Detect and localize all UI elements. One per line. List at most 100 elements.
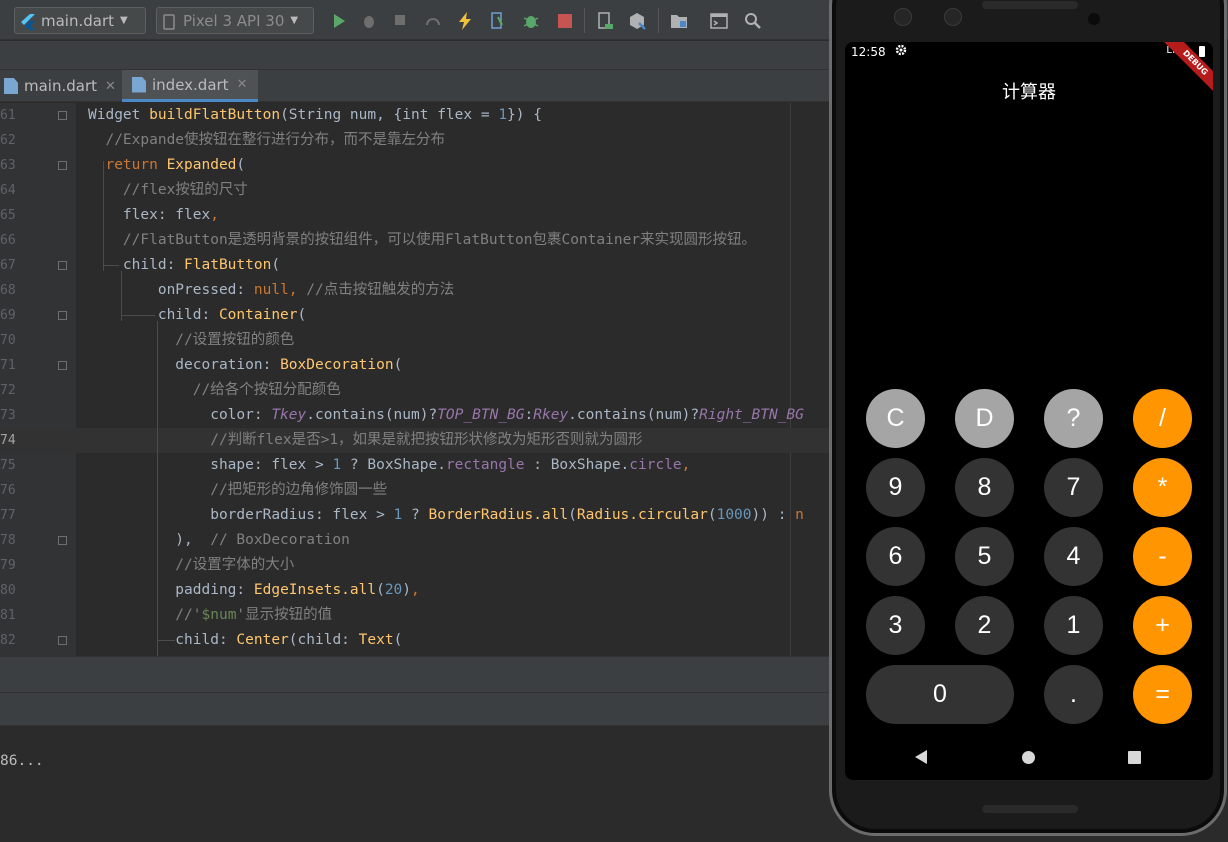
code-line[interactable]: 65 flex: flex, [0,203,830,228]
code-line[interactable]: 77 borderRadius: flex > 1 ? BorderRadius… [0,503,830,528]
close-icon[interactable]: ✕ [105,79,116,94]
device-selector[interactable]: Pixel 3 API 30 ▼ [156,7,314,34]
calc-button-D[interactable]: D [955,389,1014,448]
calc-button-2[interactable]: 2 [955,596,1014,655]
line-number: 77 [0,508,16,523]
code-text: //判断flex是否>1，如果是就把按钮形状修改为矩形否则就为圆形 [88,432,643,448]
tab-index-dart[interactable]: index.dart ✕ [122,70,258,102]
hot-reload-icon[interactable] [454,10,476,32]
code-line[interactable]: 61 Widget buildFlatButton(String num, {in… [0,103,830,128]
code-line[interactable]: 73 color: Tkey.contains(num)?TOP_BTN_BG:… [0,403,830,428]
code-line[interactable]: 64 //flex按钮的尺寸 [0,178,830,203]
calc-button-0[interactable]: 0 [866,665,1014,724]
code-line[interactable]: 74 //判断flex是否>1，如果是就把按钮形状修改为矩形否则就为圆形 [0,428,830,453]
fold-marker-icon[interactable] [58,261,67,270]
calc-button-+[interactable]: + [1133,596,1192,655]
code-text: //设置字体的大小 [88,557,295,573]
run-console[interactable]: 86... [0,727,830,842]
emulator-screen[interactable]: 12:58 LTE DEBUG 计算器 CD?/987*654-321+0.= [845,42,1213,780]
calc-button-8[interactable]: 8 [955,458,1014,517]
calc-button-/[interactable]: / [1133,389,1192,448]
calc-button--[interactable]: - [1133,527,1192,586]
code-text: padding: EdgeInsets.all(20), [88,582,420,598]
terminal-icon[interactable] [708,10,730,32]
project-structure-icon[interactable] [668,10,690,32]
calc-button-4[interactable]: 4 [1044,527,1103,586]
fold-marker-icon[interactable] [58,361,67,370]
line-number: 67 [0,258,16,273]
front-camera-icon [894,8,912,26]
code-line[interactable]: 63 return Expanded( [0,153,830,178]
code-line[interactable]: 62 //Expande使按钮在整行进行分布，而不是靠左分布 [0,128,830,153]
run-icon[interactable] [328,10,350,32]
chevron-down-icon: ▼ [120,15,128,26]
code-line[interactable]: 70 //设置按钮的颜色 [0,328,830,353]
debug-icon[interactable] [358,10,380,32]
calc-button-3[interactable]: 3 [866,596,925,655]
code-text: color: Tkey.contains(num)?TOP_BTN_BG:Rke… [88,407,804,423]
code-text: ), // BoxDecoration [88,532,350,548]
tab-label: index.dart [152,75,229,94]
home-icon[interactable] [1022,751,1035,764]
line-number: 64 [0,183,16,198]
code-line[interactable]: 76 //把矩形的边角修饰圆一些 [0,478,830,503]
profile-icon[interactable] [422,10,444,32]
code-editor[interactable]: 61 Widget buildFlatButton(String num, {in… [0,103,830,656]
calc-button-1[interactable]: 1 [1044,596,1103,655]
code-text: decoration: BoxDecoration( [88,357,403,373]
front-camera-icon [944,8,962,26]
calc-button-dot[interactable]: . [1044,665,1103,724]
recent-apps-icon[interactable] [1128,751,1141,764]
bug-icon[interactable] [520,10,542,32]
back-icon[interactable] [915,750,927,764]
line-number: 80 [0,583,16,598]
fold-marker-icon[interactable] [58,311,67,320]
coverage-icon[interactable] [390,10,412,32]
search-icon[interactable] [742,10,764,32]
code-line[interactable]: 82 child: Center(child: Text( [0,628,830,653]
code-line[interactable]: 71 decoration: BoxDecoration( [0,353,830,378]
code-line[interactable]: 79 //设置字体的大小 [0,553,830,578]
dart-file-icon [132,76,146,93]
run-config-label: main.dart [41,11,115,30]
fold-marker-icon[interactable] [58,111,67,120]
code-line[interactable]: 72 //给各个按钮分配颜色 [0,378,830,403]
calc-button-*[interactable]: * [1133,458,1192,517]
code-text: onPressed: null, //点击按钮触发的方法 [88,282,455,298]
stop-icon[interactable] [554,10,576,32]
calc-button-C[interactable]: C [866,389,925,448]
fold-marker-icon[interactable] [58,536,67,545]
code-line[interactable]: 78 ), // BoxDecoration [0,528,830,553]
device-label: Pixel 3 API 30 [183,11,285,30]
line-number: 76 [0,483,16,498]
code-line[interactable]: 68 onPressed: null, //点击按钮触发的方法 [0,278,830,303]
code-line[interactable]: 80 padding: EdgeInsets.all(20), [0,578,830,603]
device-manager-icon[interactable] [594,10,616,32]
code-line[interactable]: 75 shape: flex > 1 ? BoxShape.rectangle … [0,453,830,478]
fold-marker-icon[interactable] [58,161,67,170]
code-text: Widget buildFlatButton(String num, {int … [88,107,542,123]
sdk-manager-icon[interactable] [626,10,648,32]
line-number: 75 [0,458,16,473]
code-line[interactable]: 81 //'$num'显示按钮的值 [0,603,830,628]
calc-button-9[interactable]: 9 [866,458,925,517]
fold-marker-icon[interactable] [58,636,67,645]
line-number: 73 [0,408,16,423]
close-icon[interactable]: ✕ [237,77,248,92]
calc-button-?[interactable]: ? [1044,389,1103,448]
attach-icon[interactable] [486,10,508,32]
calc-button-6[interactable]: 6 [866,527,925,586]
code-line[interactable]: 67 child: FlatButton( [0,253,830,278]
calc-button-5[interactable]: 5 [955,527,1014,586]
run-config-selector[interactable]: main.dart ▼ [14,7,146,34]
tab-main-dart[interactable]: main.dart ✕ [0,70,120,102]
calc-button-7[interactable]: 7 [1044,458,1103,517]
calc-button-=[interactable]: = [1133,665,1192,724]
navigation-bar [0,41,830,70]
bottom-speaker [982,805,1078,813]
android-nav-bar [845,742,1213,776]
sensor-icon [1088,13,1100,25]
code-line[interactable]: 66 //FlatButton是透明背景的按钮组件，可以使用FlatButton… [0,228,830,253]
code-text: //FlatButton是透明背景的按钮组件，可以使用FlatButton包裹C… [88,232,757,248]
flutter-icon [21,13,35,30]
